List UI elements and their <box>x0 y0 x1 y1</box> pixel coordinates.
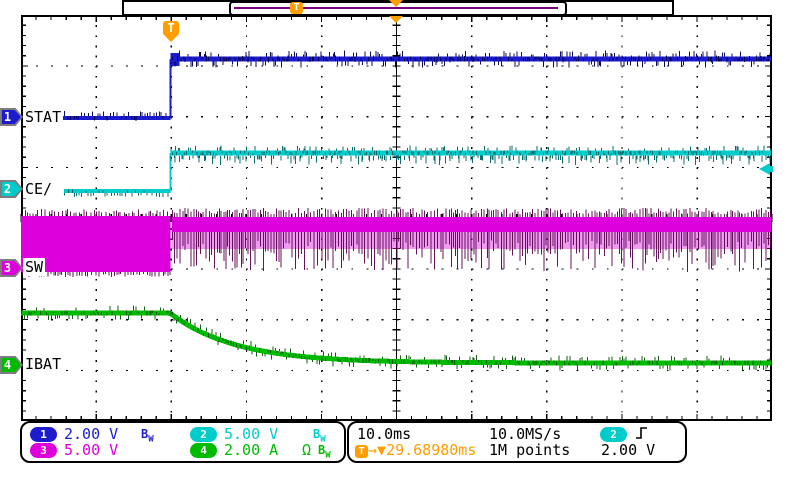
oscilloscope-screen: T T 1 2 3 4 STAT CE/ SW IBAT 1 2.00 V BW… <box>0 0 800 480</box>
timebase-trigger-readout: 10.0ms 10.0MS/s 2 T→▼29.68980ms 1M point… <box>347 421 687 463</box>
ch3-readout-badge: 3 <box>30 443 57 458</box>
ch3-trace-label: SW <box>23 258 45 276</box>
trace-ch1-stat <box>57 51 772 121</box>
record-trigger-marker: T <box>290 2 303 14</box>
expansion-point-icon <box>389 16 403 23</box>
trace-ch2-ce <box>64 146 771 197</box>
trigger-source-badge: 2 <box>600 427 627 442</box>
ch4-trace-label: IBAT <box>23 355 63 373</box>
record-waveform-line <box>234 7 558 9</box>
ch3-scale-value: 5.00 V <box>64 442 118 458</box>
record-center-marker-icon <box>389 0 403 7</box>
trigger-position-readout: T→▼29.68980ms <box>355 442 476 458</box>
ch2-readout-badge: 2 <box>190 427 217 442</box>
record-length-value: 1M points <box>489 442 570 458</box>
ch4-bandwidth-icon: BW <box>318 442 331 463</box>
ch1-scale-value: 2.00 V <box>64 426 118 442</box>
ch4-scale-value: 2.00 A <box>224 442 278 458</box>
timebase-value: 10.0ms <box>357 426 411 442</box>
ch1-bandwidth-icon: BW <box>141 426 154 447</box>
ch4-readout-badge: 4 <box>190 443 217 458</box>
channel-scale-readout: 1 2.00 V BW 2 5.00 V BW 3 5.00 V 4 2.00 … <box>20 421 346 463</box>
trigger-level-arrow-icon[interactable] <box>759 163 770 175</box>
ch1-readout-badge: 1 <box>30 427 57 442</box>
waveform-plot <box>0 0 800 480</box>
trigger-level-arrow-stem <box>770 166 773 172</box>
sample-rate-value: 10.0MS/s <box>489 426 561 442</box>
trigger-slope-icon <box>634 425 650 441</box>
ch4-impedance-icon: Ω <box>302 442 311 458</box>
trigger-level-value: 2.00 V <box>601 442 655 458</box>
ch2-scale-value: 5.00 V <box>224 426 278 442</box>
ch2-trace-label: CE/ <box>23 180 54 198</box>
ch1-trace-label: STAT <box>23 108 63 126</box>
